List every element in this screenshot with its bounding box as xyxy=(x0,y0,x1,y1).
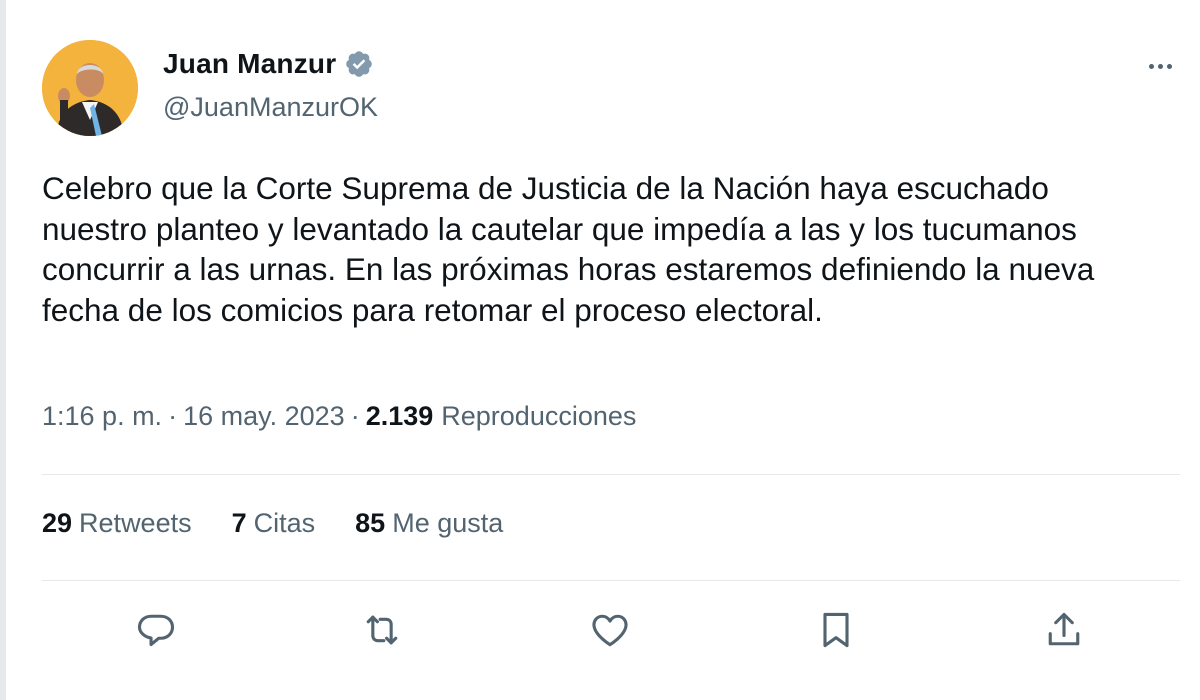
retweet-icon xyxy=(366,615,398,645)
name-row: Juan Manzur xyxy=(163,48,374,80)
share-button[interactable] xyxy=(1036,602,1092,658)
retweets-count: 29 xyxy=(42,508,73,538)
author-display-name[interactable]: Juan Manzur xyxy=(163,48,336,80)
share-icon xyxy=(1048,612,1080,646)
tweet-meta: 1:16 p. m. · 16 may. 2023 · 2.139 Reprod… xyxy=(42,401,636,432)
left-border xyxy=(0,0,6,700)
bookmark-button[interactable] xyxy=(808,602,864,658)
retweet-button[interactable] xyxy=(354,602,410,658)
avatar-image xyxy=(42,40,138,136)
tweet-stats: 29 Retweets 7 Citas 85 Me gusta xyxy=(42,508,543,539)
quotes-stat[interactable]: 7 Citas xyxy=(232,508,316,539)
reply-icon xyxy=(137,614,175,647)
meta-separator: · xyxy=(350,401,360,431)
divider xyxy=(42,580,1180,581)
more-options-icon[interactable] xyxy=(1140,54,1180,78)
tweet-header: Juan Manzur @JuanManzurOK xyxy=(42,40,1180,140)
divider xyxy=(42,474,1180,475)
likes-count: 85 xyxy=(355,508,386,538)
like-button[interactable] xyxy=(582,602,638,658)
action-bar xyxy=(42,602,1180,658)
likes-stat[interactable]: 85 Me gusta xyxy=(355,508,503,539)
author-handle[interactable]: @JuanManzurOK xyxy=(163,92,378,123)
meta-separator: · xyxy=(168,401,178,431)
like-heart-icon xyxy=(592,614,628,647)
reply-button[interactable] xyxy=(128,602,184,658)
quotes-label: Citas xyxy=(253,508,316,538)
tweet-date[interactable]: 16 may. 2023 xyxy=(183,401,345,432)
tweet-text: Celebro que la Corte Suprema de Justicia… xyxy=(42,170,1095,328)
avatar[interactable] xyxy=(42,40,138,136)
likes-label: Me gusta xyxy=(392,508,504,538)
tweet-time[interactable]: 1:16 p. m. xyxy=(42,401,162,432)
retweets-label: Retweets xyxy=(79,508,192,538)
bookmark-icon xyxy=(823,612,849,648)
quotes-count: 7 xyxy=(231,508,247,538)
views-label: Reproducciones xyxy=(441,401,637,431)
retweets-stat[interactable]: 29 Retweets xyxy=(42,508,192,539)
tweet-card: Juan Manzur @JuanManzurOK Celebro que la… xyxy=(42,0,1180,700)
views-count: 2.139 xyxy=(365,401,434,431)
verified-badge-icon xyxy=(344,49,374,79)
